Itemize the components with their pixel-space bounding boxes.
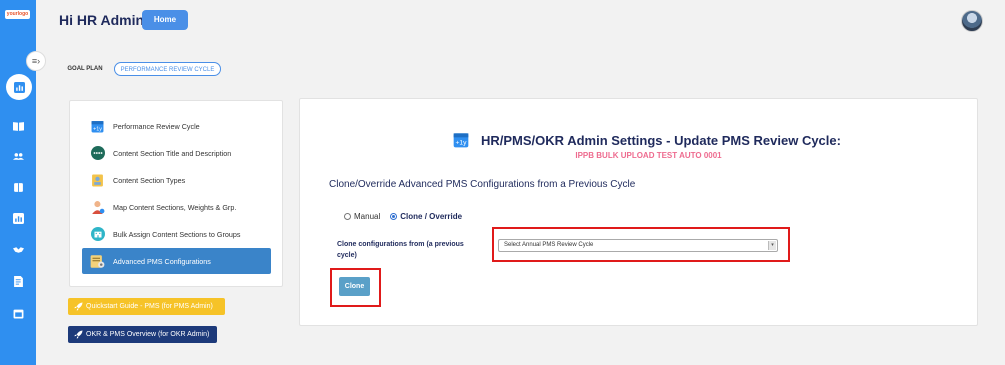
calendar-icon[interactable] [11,306,25,320]
radio-clone-override[interactable]: Clone / Override [390,212,462,221]
chart-icon[interactable] [11,211,25,225]
radio-button[interactable] [344,213,351,220]
book-open-icon[interactable] [11,180,25,194]
quickstart-guide-label: Quickstart Guide - PMS (for PMS Admin) [86,303,213,310]
menu-item-map-content-sections[interactable]: Map Content Sections, Weights & Grp. [82,194,271,220]
ellipsis-circle-icon [90,146,105,161]
okr-pms-overview-button[interactable]: OKR & PMS Overview (for OKR Admin) [68,326,217,343]
menu-item-label: Advanced PMS Configurations [113,256,211,266]
highlight-select-box [492,227,790,262]
person-badge-icon [90,173,105,188]
collapse-sidebar-icon[interactable]: ≡› [26,51,46,71]
person-icon [90,200,105,215]
menu-item-label: Map Content Sections, Weights & Grp. [113,202,237,212]
radio-label: Clone / Override [400,212,463,221]
calendar-plus-icon: +1y [90,119,105,134]
calendar-plus-icon: +1y [453,133,469,148]
building-icon [90,227,105,242]
menu-item-label: Content Section Title and Description [113,148,232,158]
settings-menu: +1y Performance Review Cycle Content Sec… [69,100,283,287]
page-title: HR/PMS/OKR Admin Settings - Update PMS R… [481,132,841,148]
menu-item-content-section-types[interactable]: Content Section Types [82,167,271,193]
config-icon [90,254,105,269]
home-button[interactable]: Home [142,10,188,30]
menu-item-label: Bulk Assign Content Sections to Groups [113,229,241,239]
clone-from-label: Clone configurations from (a previous cy… [337,241,464,259]
user-avatar[interactable] [961,10,983,32]
menu-item-label: Performance Review Cycle [113,121,200,131]
book-icon[interactable] [11,119,25,133]
rocket-icon [74,302,83,311]
cycle-name: IPPB BULK UPLOAD TEST AUTO 0001 [575,151,722,160]
quickstart-guide-button[interactable]: Quickstart Guide - PMS (for PMS Admin) [68,298,225,315]
menu-item-performance-review-cycle[interactable]: +1y Performance Review Cycle [82,113,271,139]
tab-performance-review-cycle[interactable]: PERFORMANCE REVIEW CYCLE [114,62,221,76]
dashboard-icon[interactable] [6,74,32,100]
users-icon[interactable] [11,149,25,163]
section-heading: Clone/Override Advanced PMS Configuratio… [329,179,636,190]
highlight-clone-button [330,268,381,307]
radio-label: Manual [354,212,381,221]
page-greeting: Hi HR Admin [59,12,145,28]
document-icon[interactable] [11,274,25,288]
menu-item-advanced-pms-configurations[interactable]: Advanced PMS Configurations [82,248,271,274]
mode-radio-group: Manual Clone / Override [344,212,472,221]
settings-panel: +1y HR/PMS/OKR Admin Settings - Update P… [299,98,978,326]
brand-logo[interactable]: yourlogo [5,10,30,19]
tab-goal-plan[interactable]: GOAL PLAN [60,62,110,76]
handshake-icon[interactable] [11,242,25,256]
svg-text:+1y: +1y [93,126,102,132]
radio-manual[interactable]: Manual [344,212,380,221]
okr-pms-overview-label: OKR & PMS Overview (for OKR Admin) [86,331,210,338]
radio-button[interactable] [390,213,398,220]
rocket-icon [74,330,83,339]
menu-item-bulk-assign[interactable]: Bulk Assign Content Sections to Groups [82,221,271,247]
svg-text:+1y: +1y [456,140,468,147]
menu-item-content-section-title[interactable]: Content Section Title and Description [82,140,271,166]
panel-title-row: +1y HR/PMS/OKR Admin Settings - Update P… [453,132,841,148]
menu-item-label: Content Section Types [113,175,186,185]
